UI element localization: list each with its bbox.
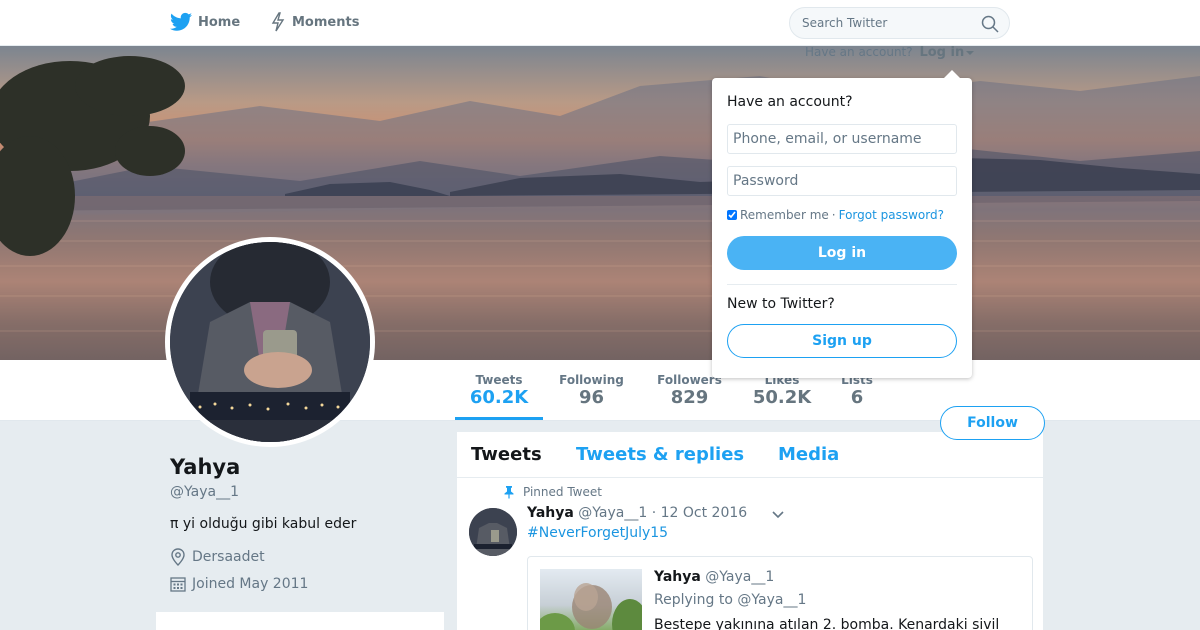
nav-moments[interactable]: Moments [270,12,359,32]
stat-value: 60.2K [469,387,529,408]
quoted-tweet-text: Bestepe yakınına atılan 2. bomba. Kenard… [654,617,1000,630]
tweet-header: Yahya @Yaya__1 · 12 Oct 2016 [527,505,747,521]
quoted-tweet-header: Yahya @Yaya__1 [654,569,774,585]
pinned-label-text: Pinned Tweet [523,485,602,499]
stat-value: 6 [850,387,864,408]
lightning-icon [271,12,285,32]
magnifier-icon[interactable] [981,15,999,33]
username-input[interactable] [727,124,957,154]
login-button[interactable]: Log in [727,236,957,270]
pinned-tweet-label: Pinned Tweet [503,485,602,499]
tweet-author-name[interactable]: Yahya [527,505,574,521]
stat-tweets[interactable]: Tweets 60.2K [455,373,543,408]
login-dropdown-title: Have an account? [727,94,853,110]
tweet-author-avatar[interactable] [469,508,517,556]
quoted-tweet-image[interactable] [540,569,642,630]
profile-join-date: Joined May 2011 [170,576,308,592]
sidebar-card [156,612,444,630]
location-pin-icon [171,548,185,566]
profile-handle[interactable]: @Yaya__1 [170,484,239,500]
calendar-icon [170,577,186,592]
search-input[interactable] [802,16,972,30]
quoted-reply-context: Replying to @Yaya__1 [654,592,807,608]
stat-lists[interactable]: Lists 6 [836,373,878,408]
dropdown-divider [727,284,957,285]
nav-home[interactable]: Home [170,12,240,32]
signup-button[interactable]: Sign up [727,324,957,358]
account-prompt: Have an account? Log in [805,45,975,60]
quoted-tweet[interactable]: Yahya @Yaya__1 Replying to @Yaya__1 Best… [527,556,1033,630]
profile-location: Dersaadet [170,548,265,566]
nav-home-label: Home [198,14,241,30]
quoted-author-name: Yahya [654,569,701,585]
stat-value: 50.2K [752,387,812,408]
password-input[interactable] [727,166,957,196]
location-text: Dersaadet [192,549,265,565]
chevron-down-icon[interactable] [771,510,785,520]
stat-value: 96 [578,387,605,408]
top-navigation-bar: Home Moments [0,0,1200,46]
search-box [789,7,1010,39]
caret-down-icon [966,50,975,55]
nav-moments-label: Moments [292,14,360,30]
tab-tweets-and-replies[interactable]: Tweets & replies [576,444,744,465]
remember-me-row: Remember me · Forgot password? [727,208,944,222]
forgot-password-link[interactable]: Forgot password? [839,208,944,222]
tweet-hashtag[interactable]: #NeverForgetJuly15 [527,525,668,541]
profile-bio: π yi olduğu gibi kabul eder [170,516,357,532]
stat-label: Tweets [475,373,523,387]
tweet-date[interactable]: · 12 Oct 2016 [652,505,747,521]
login-dropdown: Have an account? Remember me · Forgot pa… [712,70,972,378]
separator-dot: · [831,208,836,222]
dropdown-arrow [944,70,960,78]
quoted-author-handle: @Yaya__1 [705,569,775,585]
stat-likes[interactable]: Likes 50.2K [748,373,816,408]
stat-label: Following [559,373,624,387]
tab-media[interactable]: Media [778,444,839,465]
tweet-author-handle[interactable]: @Yaya__1 [578,505,647,521]
account-prompt-text: Have an account? [805,45,913,59]
tab-tweets[interactable]: Tweets [471,444,542,465]
twitter-bird-icon [170,12,192,31]
stat-value: 829 [670,387,709,408]
profile-avatar[interactable] [165,237,375,447]
avatar-image [170,242,370,442]
new-to-twitter-label: New to Twitter? [727,296,835,312]
follow-button[interactable]: Follow [940,406,1045,440]
stat-following[interactable]: Following 96 [553,373,630,408]
remember-me-checkbox[interactable] [727,210,737,220]
join-date-text: Joined May 2011 [192,576,309,592]
timeline: Tweets Tweets & replies Media Pinned Twe… [456,431,1044,630]
login-dropdown-toggle[interactable]: Log in [919,45,964,60]
profile-name[interactable]: Yahya [170,455,240,479]
active-stat-underline [455,417,543,420]
stat-followers[interactable]: Followers 829 [652,373,727,408]
pin-icon [504,486,514,499]
remember-me-label[interactable]: Remember me [740,208,829,222]
